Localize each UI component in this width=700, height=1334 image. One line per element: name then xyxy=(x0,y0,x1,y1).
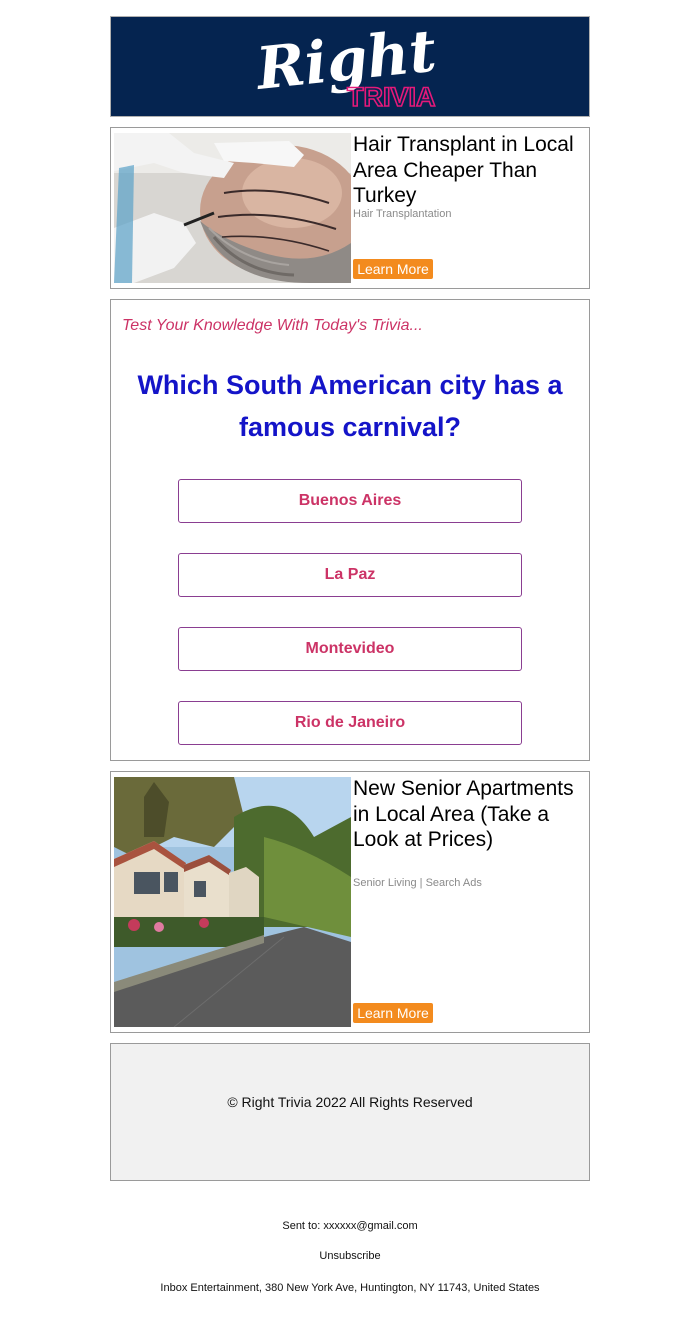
email-page: Right TRIVIA Hair Transplant in Local Ar… xyxy=(0,0,700,1334)
logo-sub: TRIVIA xyxy=(347,82,436,112)
ad-title[interactable]: Hair Transplant in Local Area Cheaper Th… xyxy=(353,132,583,209)
learn-more-button[interactable]: Learn More xyxy=(353,1003,433,1023)
answer-button-rio-de-janeiro[interactable]: Rio de Janeiro xyxy=(178,701,522,745)
header-banner[interactable]: Right TRIVIA xyxy=(110,16,590,117)
learn-more-button[interactable]: Learn More xyxy=(353,259,433,279)
sent-to-text: Sent to: xxxxxx@gmail.com xyxy=(282,1220,418,1232)
ad-source: Hair Transplantation xyxy=(353,208,452,220)
copyright-text: © Right Trivia 2022 All Rights Reserved xyxy=(227,1094,473,1110)
right-trivia-logo: Right TRIVIA xyxy=(251,17,439,113)
answer-button-montevideo[interactable]: Montevideo xyxy=(178,627,522,671)
footer-box: © Right Trivia 2022 All Rights Reserved xyxy=(110,1043,590,1181)
hair-transplant-photo[interactable] xyxy=(114,133,351,283)
ad-card[interactable]: New Senior Apartments in Local Area (Tak… xyxy=(110,771,590,1033)
trivia-intro: Test Your Knowledge With Today's Trivia.… xyxy=(122,317,423,334)
ad-source: Senior Living | Search Ads xyxy=(353,877,482,889)
answer-button-la-paz[interactable]: La Paz xyxy=(178,553,522,597)
senior-apartments-street-photo[interactable] xyxy=(114,777,351,1027)
trivia-question: Which South American city has a famous c… xyxy=(137,370,563,442)
ad-title[interactable]: New Senior Apartments in Local Area (Tak… xyxy=(353,776,583,853)
trivia-card: Test Your Knowledge With Today's Trivia.… xyxy=(110,299,590,761)
company-address: Inbox Entertainment, 380 New York Ave, H… xyxy=(160,1282,540,1294)
answer-button-buenos-aires[interactable]: Buenos Aires xyxy=(178,479,522,523)
unsubscribe-link[interactable]: Unsubscribe xyxy=(0,1250,700,1262)
ad-card[interactable]: Hair Transplant in Local Area Cheaper Th… xyxy=(110,127,590,289)
